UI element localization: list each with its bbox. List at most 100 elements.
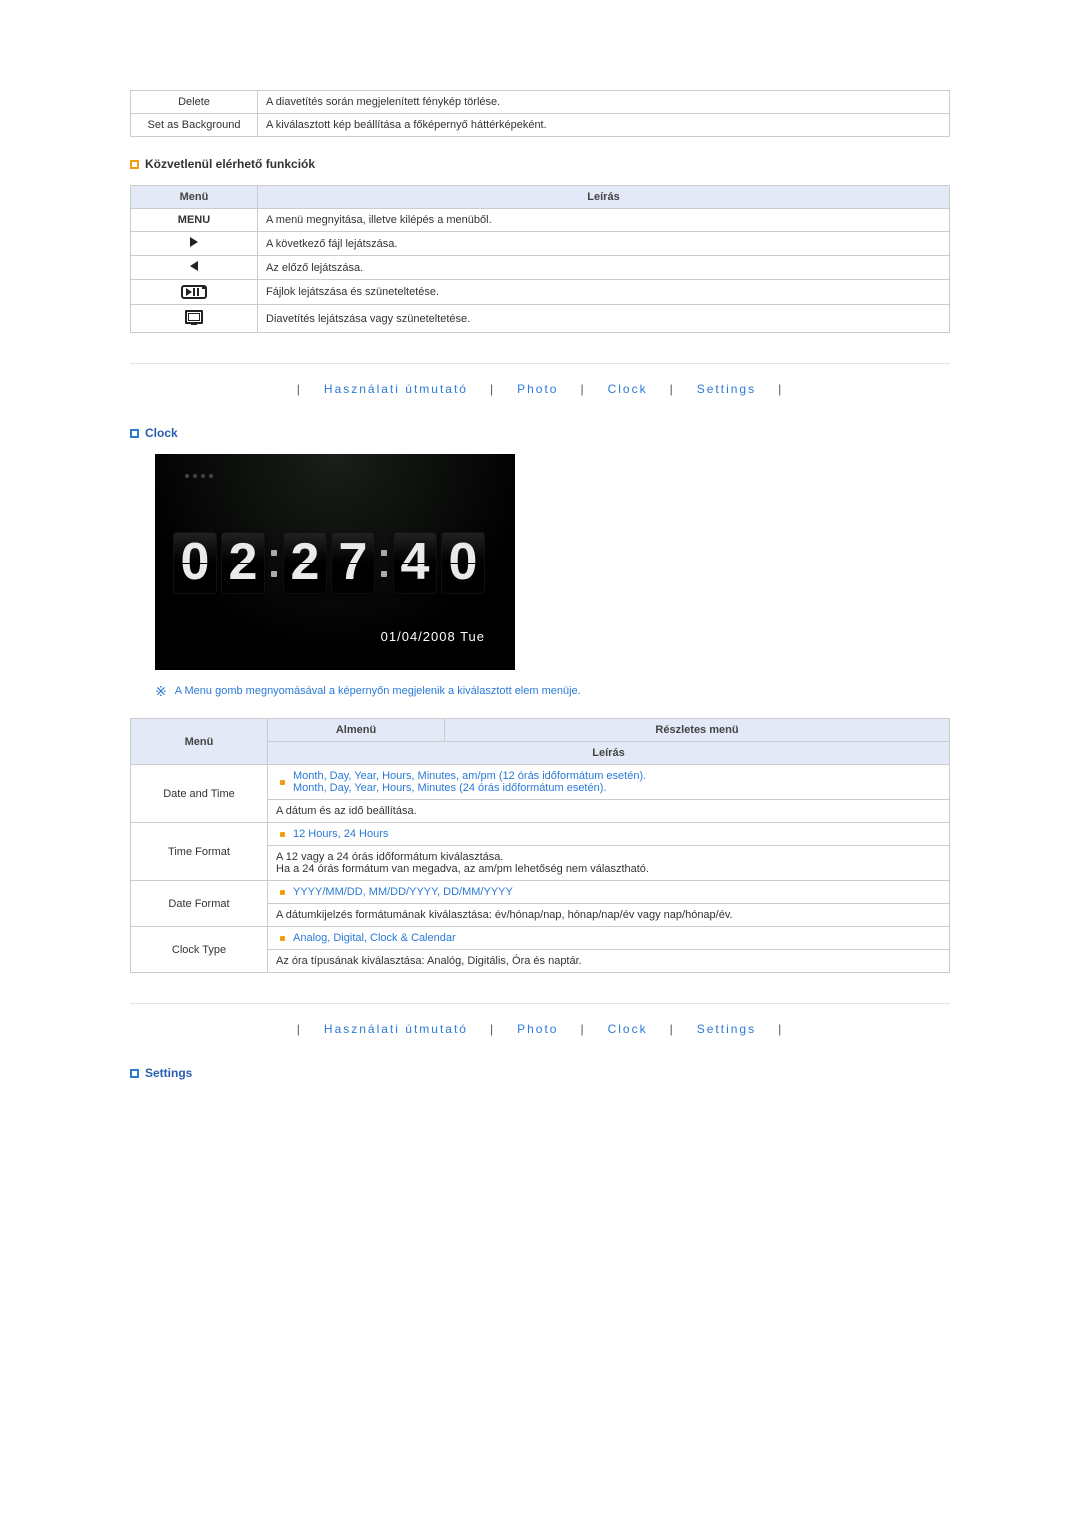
- next-icon: [190, 237, 198, 247]
- desc-cell: Az előző lejátszása.: [258, 256, 950, 280]
- nav-link-settings[interactable]: Settings: [697, 1022, 756, 1036]
- col-header-desc: Leírás: [258, 186, 950, 209]
- clock-digit: 2: [221, 532, 265, 594]
- divider: [130, 363, 950, 364]
- options-cell: Month, Day, Year, Hours, Minutes, am/pm …: [268, 765, 950, 800]
- indicator-dots-icon: [185, 474, 213, 478]
- nav-link-settings[interactable]: Settings: [697, 382, 756, 396]
- option-desc: A diavetítés során megjelenített fénykép…: [258, 91, 950, 114]
- clock-digits: 0 2 2 7 4 0: [173, 532, 485, 594]
- clock-digit: 2: [283, 532, 327, 594]
- clock-digit: 7: [331, 532, 375, 594]
- nav-sep-icon: |: [490, 382, 495, 396]
- clock-digit: 0: [441, 532, 485, 594]
- row-label: Time Format: [131, 823, 268, 881]
- play-pause-icon: [181, 285, 207, 299]
- col-header-menu: Menü: [131, 719, 268, 765]
- nav-sep-icon: |: [297, 1022, 302, 1036]
- desc-cell: Diavetítés lejátszása vagy szüneteltetés…: [258, 305, 950, 333]
- table-row: A következő fájl lejátszása.: [131, 232, 950, 256]
- nav-link-guide[interactable]: Használati útmutató: [324, 1022, 468, 1036]
- menu-cell: MENU: [131, 209, 258, 232]
- heading-text: Közvetlenül elérhető funkciók: [145, 157, 315, 171]
- heading-text: Settings: [145, 1066, 192, 1080]
- section-nav: | Használati útmutató | Photo | Clock | …: [130, 382, 950, 396]
- section-nav: | Használati útmutató | Photo | Clock | …: [130, 1022, 950, 1036]
- col-header-detail: Részletes menü: [445, 719, 950, 742]
- table-row: Clock Type Analog, Digital, Clock & Cale…: [131, 927, 950, 950]
- clock-date-text: 01/04/2008 Tue: [381, 629, 485, 644]
- options-cell: 12 Hours, 24 Hours: [268, 823, 950, 846]
- nav-link-clock[interactable]: Clock: [608, 382, 648, 396]
- table-row: Date and Time Month, Day, Year, Hours, M…: [131, 765, 950, 800]
- table-row: Date Format YYYY/MM/DD, MM/DD/YYYY, DD/M…: [131, 881, 950, 904]
- note-text: A Menu gomb megnyomásával a képernyőn me…: [175, 685, 581, 697]
- table-header-row: Menü Leírás: [131, 186, 950, 209]
- menu-cell: [131, 305, 258, 333]
- desc-cell: A 12 vagy a 24 órás időformátum kiválasz…: [268, 846, 950, 881]
- nav-sep-icon: |: [778, 382, 783, 396]
- option-label: Set as Background: [131, 114, 258, 137]
- colon-icon: [269, 542, 279, 584]
- col-header-desc: Leírás: [268, 742, 950, 765]
- clock-note: ※ A Menu gomb megnyomásával a képernyőn …: [155, 684, 950, 698]
- clock-heading: Clock: [130, 426, 950, 440]
- desc-cell: A következő fájl lejátszása.: [258, 232, 950, 256]
- table-row: MENU A menü megnyitása, illetve kilépés …: [131, 209, 950, 232]
- top-options-table: Delete A diavetítés során megjelenített …: [130, 90, 950, 137]
- options-text: Month, Day, Year, Hours, Minutes, am/pm …: [293, 770, 646, 794]
- option-desc: A kiválasztott kép beállítása a főképern…: [258, 114, 950, 137]
- colon-icon: [379, 542, 389, 584]
- nav-sep-icon: |: [670, 382, 675, 396]
- square-bullet-icon: [130, 429, 139, 438]
- table-row: Diavetítés lejátszása vagy szüneteltetés…: [131, 305, 950, 333]
- nav-sep-icon: |: [670, 1022, 675, 1036]
- row-label: Date and Time: [131, 765, 268, 823]
- clock-screenshot: 0 2 2 7 4 0 01/04/2008 Tue: [155, 454, 515, 670]
- prev-icon: [190, 261, 198, 271]
- menu-cell: [131, 280, 258, 305]
- options-cell: Analog, Digital, Clock & Calendar: [268, 927, 950, 950]
- options-text: Analog, Digital, Clock & Calendar: [293, 932, 456, 944]
- clock-settings-table: Menü Almenü Részletes menü Leírás Date a…: [130, 718, 950, 973]
- option-label: Delete: [131, 91, 258, 114]
- direct-functions-table: Menü Leírás MENU A menü megnyitása, ille…: [130, 185, 950, 333]
- options-cell: YYYY/MM/DD, MM/DD/YYYY, DD/MM/YYYY: [268, 881, 950, 904]
- bullet-icon: [280, 890, 285, 895]
- desc-cell: Fájlok lejátszása és szüneteltetése.: [258, 280, 950, 305]
- options-text: 12 Hours, 24 Hours: [293, 828, 388, 840]
- nav-sep-icon: |: [490, 1022, 495, 1036]
- table-row: Az előző lejátszása.: [131, 256, 950, 280]
- nav-link-guide[interactable]: Használati útmutató: [324, 382, 468, 396]
- slideshow-icon: [185, 310, 203, 324]
- heading-text: Clock: [145, 426, 178, 440]
- menu-text-icon: MENU: [178, 214, 210, 226]
- note-star-icon: ※: [155, 684, 167, 698]
- table-row: Fájlok lejátszása és szüneteltetése.: [131, 280, 950, 305]
- settings-heading: Settings: [130, 1066, 950, 1080]
- options-text: YYYY/MM/DD, MM/DD/YYYY, DD/MM/YYYY: [293, 886, 513, 898]
- col-header-submenu: Almenü: [268, 719, 445, 742]
- table-row: Delete A diavetítés során megjelenített …: [131, 91, 950, 114]
- nav-sep-icon: |: [297, 382, 302, 396]
- menu-cell: [131, 256, 258, 280]
- menu-cell: [131, 232, 258, 256]
- clock-digit: 4: [393, 532, 437, 594]
- nav-link-clock[interactable]: Clock: [608, 1022, 648, 1036]
- bullet-icon: [280, 936, 285, 941]
- nav-link-photo[interactable]: Photo: [517, 1022, 558, 1036]
- desc-cell: A dátum és az idő beállítása.: [268, 800, 950, 823]
- table-header-row: Menü Almenü Részletes menü: [131, 719, 950, 742]
- square-bullet-icon: [130, 1069, 139, 1078]
- direct-functions-heading: Közvetlenül elérhető funkciók: [130, 157, 950, 171]
- nav-link-photo[interactable]: Photo: [517, 382, 558, 396]
- square-bullet-icon: [130, 160, 139, 169]
- bullet-icon: [280, 832, 285, 837]
- desc-cell: Az óra típusának kiválasztása: Analóg, D…: [268, 950, 950, 973]
- nav-sep-icon: |: [580, 382, 585, 396]
- bullet-icon: [280, 780, 285, 785]
- desc-cell: A dátumkijelzés formátumának kiválasztás…: [268, 904, 950, 927]
- row-label: Date Format: [131, 881, 268, 927]
- col-header-menu: Menü: [131, 186, 258, 209]
- nav-sep-icon: |: [778, 1022, 783, 1036]
